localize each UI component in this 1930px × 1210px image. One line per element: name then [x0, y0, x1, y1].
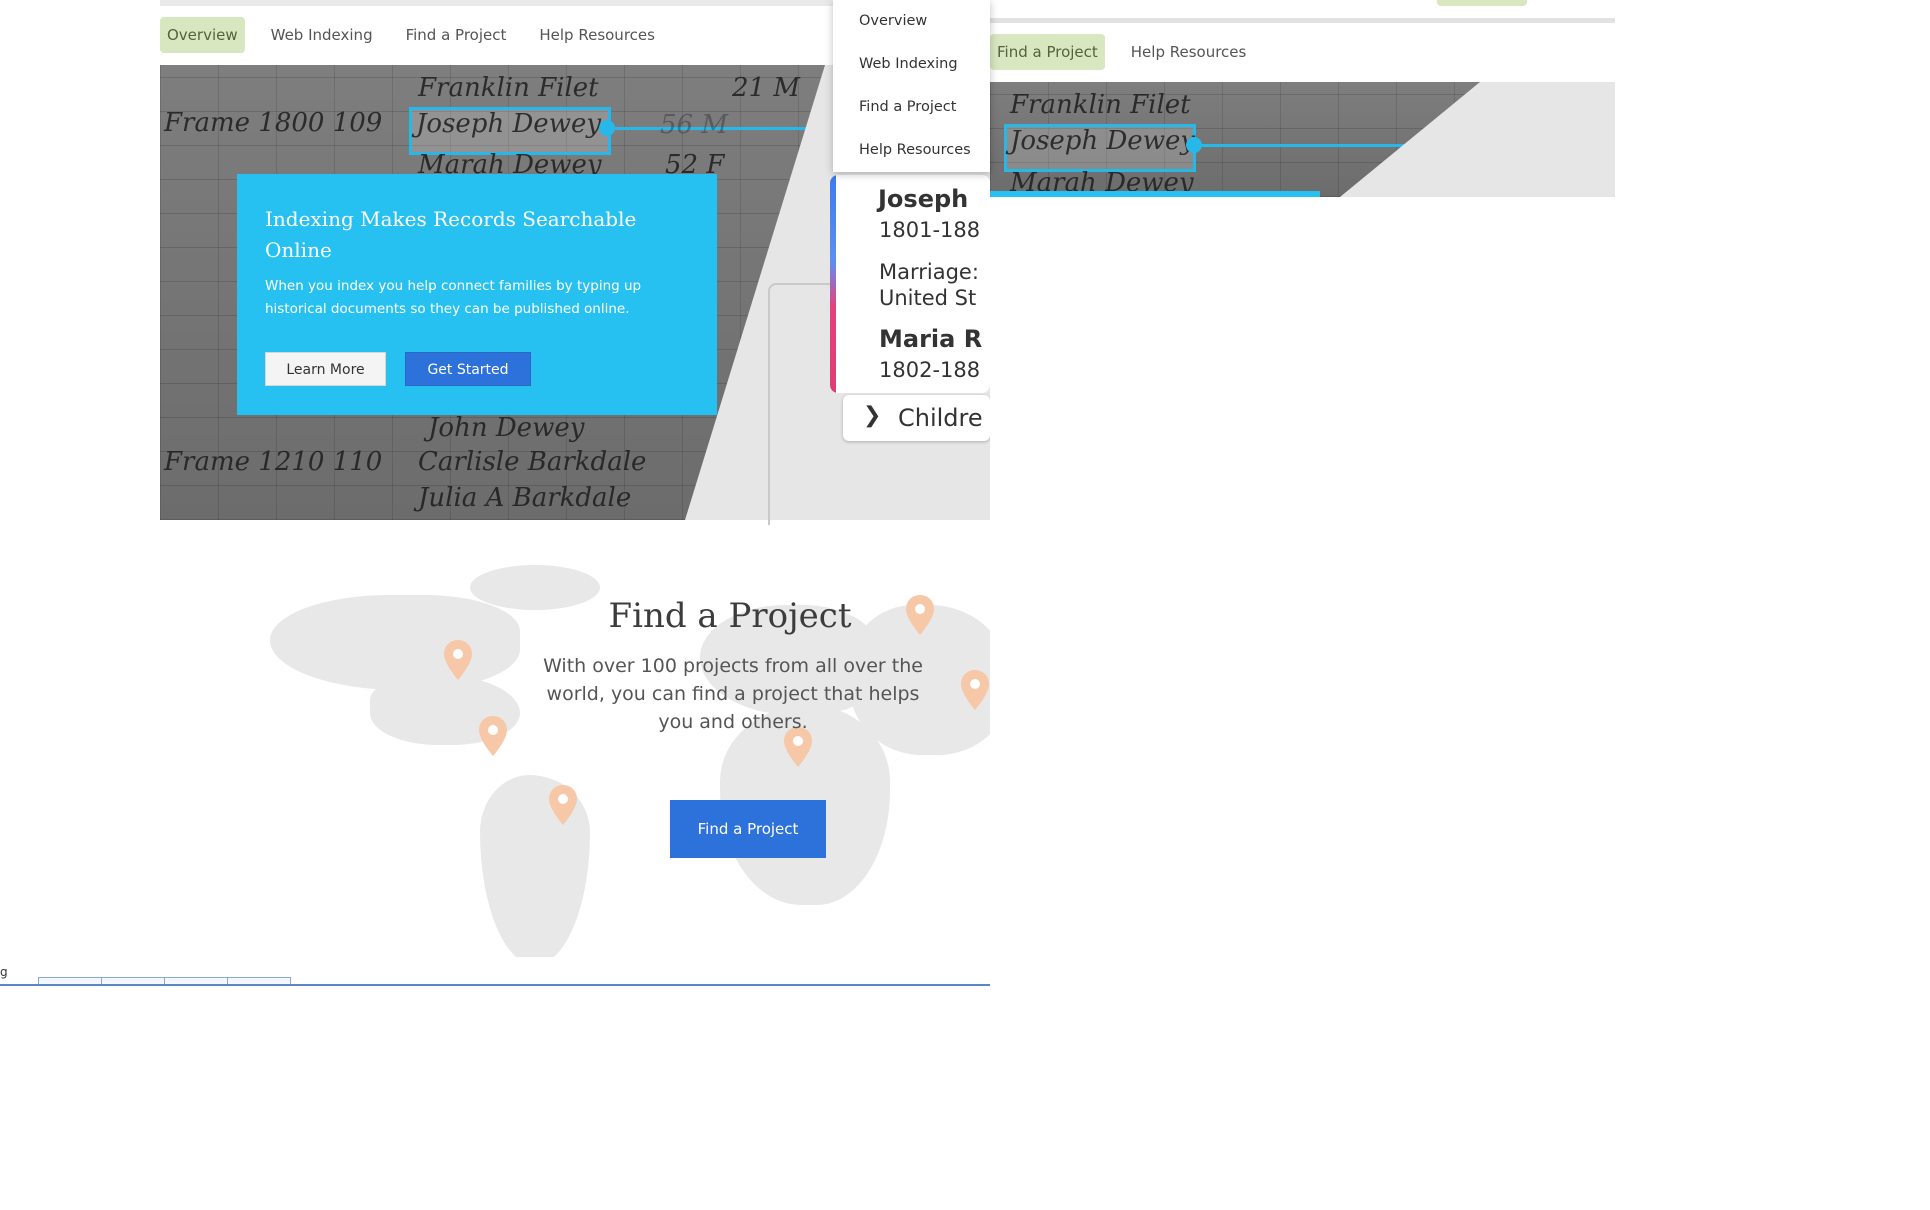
marriage-place: United St: [879, 286, 977, 310]
person1-name: Joseph: [878, 185, 969, 213]
fragment-grey-panel: [1340, 82, 1615, 197]
fragment-record-image: Franklin Filet Joseph Dewey Marah Dewey: [990, 82, 1615, 197]
main-nav: Overview Web Indexing Find a Project Hel…: [160, 17, 681, 53]
nav-find-a-project[interactable]: Find a Project: [399, 17, 514, 53]
handwriting-line: Carlisle Barkdale: [418, 447, 647, 477]
fragment-nav-help-resources[interactable]: Help Resources: [1124, 34, 1254, 70]
card-color-stripe: [830, 175, 836, 393]
nav-overview[interactable]: Overview: [160, 17, 245, 53]
handwriting-line: Frame 1800 109: [164, 108, 383, 138]
fragment-top-border: [990, 18, 1615, 23]
page-fragment: Find a Project Help Resources Franklin F…: [990, 0, 1615, 197]
marriage-label: Marriage:: [879, 260, 979, 284]
chevron-down-icon: ❯: [863, 403, 882, 428]
children-toggle[interactable]: ❯ Childre: [843, 395, 990, 441]
nav-help-resources[interactable]: Help Resources: [532, 17, 662, 53]
dropdown-item-web-indexing[interactable]: Web Indexing: [833, 43, 990, 86]
promo-title: Indexing Makes Records Searchable Online: [265, 207, 637, 262]
person1-years: 1801-188: [879, 218, 981, 242]
nav-web-indexing[interactable]: Web Indexing: [264, 17, 380, 53]
find-project-title: Find a Project: [608, 596, 852, 636]
connector-dot: [1186, 137, 1202, 153]
taskbar-border: [0, 984, 990, 986]
children-label: Childre: [898, 404, 983, 432]
dropdown-item-overview[interactable]: Overview: [833, 0, 990, 43]
handwriting-line: John Dewey: [428, 413, 585, 443]
map-north-america: [270, 595, 520, 690]
map-pin-icon: [549, 785, 577, 825]
map-pin-icon: [444, 640, 472, 680]
highlighted-name: Joseph Dewey: [1010, 126, 1196, 156]
handwriting-line: 56 M: [660, 110, 728, 140]
highlighted-name: Joseph Dewey: [416, 109, 602, 139]
map-pin-icon: [479, 716, 507, 756]
handwriting-line: Frame 1210 110: [164, 447, 383, 477]
handwriting-line: Franklin Filet: [418, 73, 599, 103]
status-text: g: [0, 965, 8, 979]
dropdown-item-help-resources[interactable]: Help Resources: [833, 129, 990, 172]
fragment-nav-find-a-project[interactable]: Find a Project: [990, 34, 1105, 70]
fragment-promo-edge: [990, 191, 1320, 197]
person2-years: 1802-188: [879, 358, 981, 382]
dropdown-item-find-a-project[interactable]: Find a Project: [833, 86, 990, 129]
status-bar: [0, 957, 990, 979]
nav-dropdown-menu: Overview Web Indexing Find a Project Hel…: [833, 0, 990, 172]
get-started-button[interactable]: Get Started: [405, 352, 531, 386]
family-tree-card: Joseph 1801-188 Marriage: United St Mari…: [830, 175, 990, 393]
handwriting-line: 21 M: [732, 73, 800, 103]
promo-card: Indexing Makes Records Searchable Online…: [237, 174, 717, 415]
fragment-nav: Find a Project Help Resources: [990, 34, 1272, 70]
connector-dot: [599, 120, 615, 136]
promo-text: When you index you help connect families…: [265, 278, 642, 317]
person2-name: Maria R: [879, 325, 983, 353]
find-project-button[interactable]: Find a Project: [670, 800, 826, 858]
nav-highlight-stub: [1437, 0, 1527, 6]
find-project-text: With over 100 projects from all over the…: [543, 655, 923, 733]
learn-more-button[interactable]: Learn More: [265, 352, 386, 386]
handwriting-line: Franklin Filet: [1010, 90, 1191, 120]
handwriting-line: Julia A Barkdale: [418, 483, 632, 513]
map-pin-icon: [961, 670, 989, 710]
